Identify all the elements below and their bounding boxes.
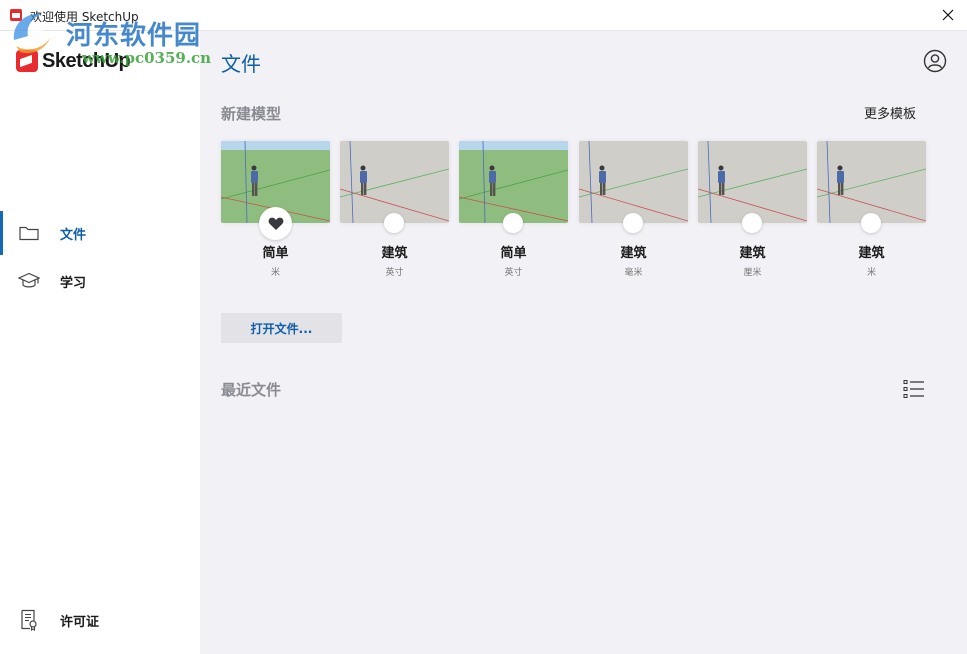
- template-unit: 米: [270, 268, 280, 278]
- favorite-toggle[interactable]: [742, 213, 762, 233]
- template-unit: 米: [866, 268, 876, 278]
- template-unit: 英寸: [385, 268, 404, 278]
- favorite-heart-icon[interactable]: [259, 207, 292, 240]
- sketchup-logo-text: SketchUp: [42, 49, 131, 72]
- template-thumbnail: [579, 141, 688, 223]
- template-name: 建筑: [620, 246, 647, 261]
- template-name: 建筑: [381, 246, 408, 261]
- template-card[interactable]: 建筑 毫米: [579, 141, 688, 281]
- template-name: 简单: [262, 246, 289, 261]
- template-thumbnail: [340, 141, 449, 223]
- open-file-button[interactable]: 打开文件...: [221, 313, 342, 343]
- active-indicator: [0, 211, 3, 255]
- sketchup-app-icon: [10, 9, 22, 21]
- window-title: 欢迎使用 SketchUp: [30, 10, 139, 24]
- license-icon: [18, 609, 40, 631]
- main-content: 文件 新建模型 更多模板 简单 米 建筑 英寸 简单 英寸 建筑 毫米 建筑 厘…: [200, 31, 967, 654]
- template-card[interactable]: 简单 米: [221, 141, 330, 281]
- template-name: 建筑: [858, 246, 885, 261]
- favorite-toggle[interactable]: [623, 213, 643, 233]
- template-unit: 英寸: [504, 268, 523, 278]
- sidebar-item-license[interactable]: 许可证: [0, 598, 200, 642]
- sidebar-item-label: 文件: [60, 227, 87, 243]
- template-card[interactable]: 建筑 厘米: [698, 141, 807, 281]
- template-card[interactable]: 简单 英寸: [459, 141, 568, 281]
- user-icon[interactable]: [923, 49, 947, 73]
- sidebar-item-learn[interactable]: 学习: [0, 259, 200, 303]
- new-model-heading: 新建模型: [221, 105, 282, 123]
- template-thumbnail: [817, 141, 926, 223]
- title-bar: 欢迎使用 SketchUp: [0, 0, 967, 31]
- sidebar: SketchUp 文件 学习 许可证: [0, 31, 200, 654]
- template-unit: 厘米: [743, 268, 762, 278]
- recent-files-heading: 最近文件: [221, 381, 282, 399]
- template-thumbnail: [459, 141, 568, 223]
- favorite-toggle[interactable]: [503, 213, 523, 233]
- template-name: 建筑: [739, 246, 766, 261]
- graduation-cap-icon: [18, 270, 40, 292]
- sidebar-item-files[interactable]: 文件: [0, 211, 200, 255]
- sketchup-logo-mark: [16, 50, 38, 72]
- template-thumbnail: [698, 141, 807, 223]
- folder-icon: [18, 222, 40, 244]
- template-unit: 毫米: [624, 268, 643, 278]
- sketchup-logo: SketchUp: [16, 47, 131, 75]
- close-icon[interactable]: [935, 3, 961, 27]
- favorite-toggle[interactable]: [861, 213, 881, 233]
- favorite-toggle[interactable]: [384, 213, 404, 233]
- sidebar-item-label: 学习: [60, 275, 87, 291]
- list-view-icon[interactable]: [903, 379, 925, 399]
- template-card[interactable]: 建筑 英寸: [340, 141, 449, 281]
- template-card[interactable]: 建筑 米: [817, 141, 926, 281]
- page-title: 文件: [221, 52, 261, 76]
- more-templates-link[interactable]: 更多模板: [864, 103, 916, 122]
- template-name: 简单: [500, 246, 527, 261]
- sidebar-item-label: 许可证: [60, 614, 100, 630]
